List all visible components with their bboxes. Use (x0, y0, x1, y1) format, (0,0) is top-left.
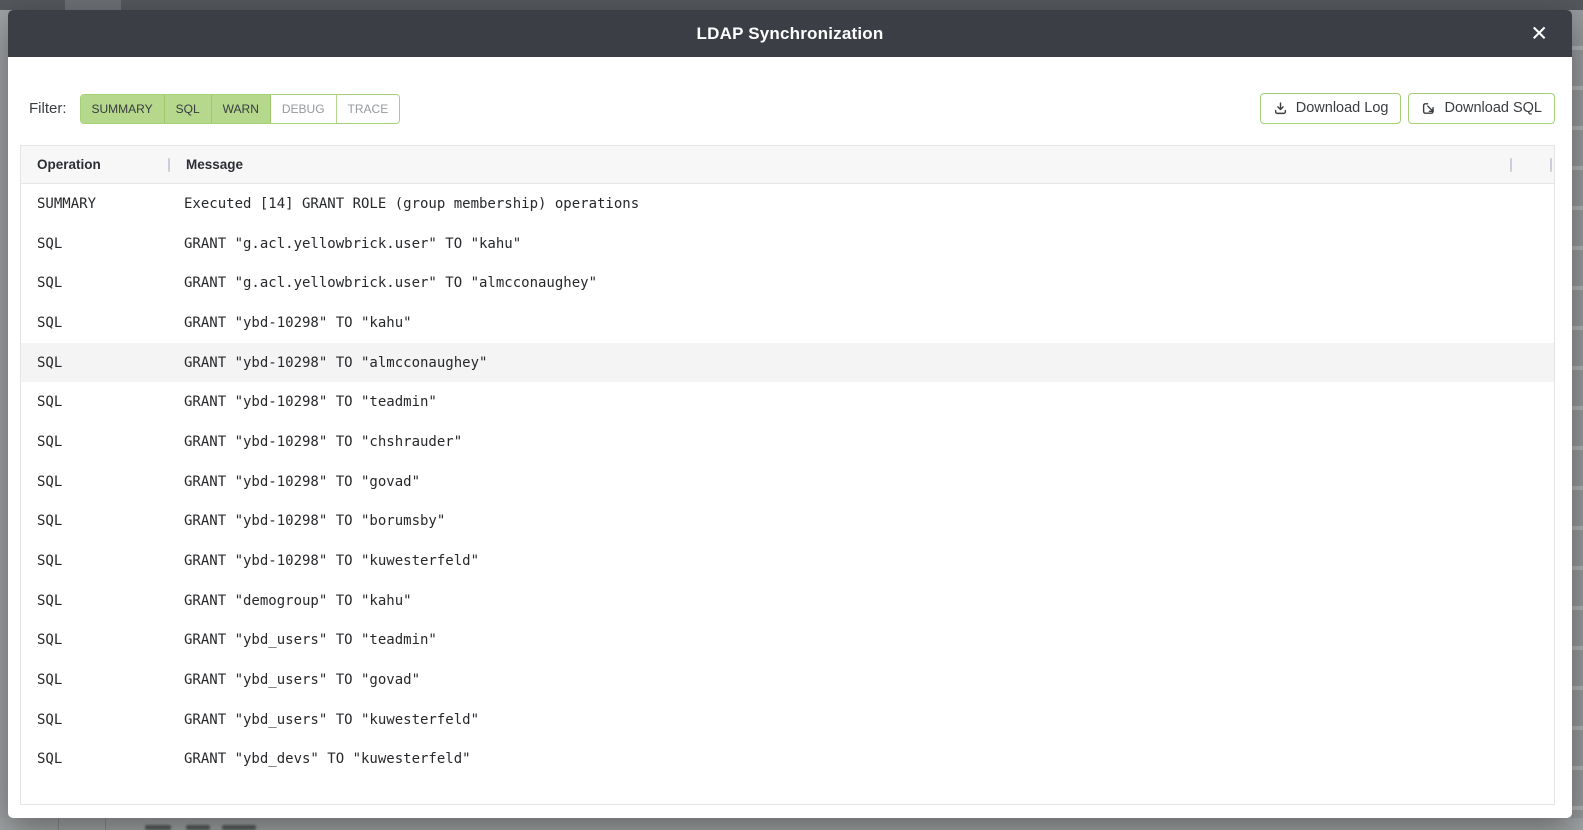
close-icon[interactable]: ✕ (1528, 21, 1550, 46)
row-message: GRANT "ybd-10298" TO "kahu" (168, 315, 1554, 331)
table-row[interactable]: SQL GRANT "ybd-10298" TO "chshrauder" (21, 422, 1554, 462)
filter-button-group: SUMMARYSQLWARNDEBUGTRACE (80, 94, 401, 124)
table-row[interactable]: SQL GRANT "ybd-10298" TO "kahu" (21, 303, 1554, 343)
table-row[interactable]: SQL GRANT "ybd-10298" TO "govad" (21, 462, 1554, 502)
export-icon (1421, 101, 1436, 116)
table-row[interactable]: SQL GRANT "g.acl.yellowbrick.user" TO "k… (21, 224, 1554, 264)
background-text-fragment (222, 825, 256, 830)
row-message: GRANT "ybd_users" TO "kuwesterfeld" (168, 712, 1554, 728)
row-message: GRANT "ybd_users" TO "govad" (168, 672, 1554, 688)
background-text-fragment (186, 825, 210, 830)
table-row[interactable]: SQL GRANT "g.acl.yellowbrick.user" TO "a… (21, 263, 1554, 303)
table-row[interactable]: SQL GRANT "ybd_devs" TO "kuwesterfeld" (21, 740, 1554, 780)
row-operation: SQL (21, 632, 168, 648)
row-message: GRANT "g.acl.yellowbrick.user" TO "kahu" (168, 236, 1554, 252)
table-row[interactable]: SQL GRANT "ybd-10298" TO "teadmin" (21, 382, 1554, 422)
download-icon (1273, 101, 1288, 116)
row-message: GRANT "g.acl.yellowbrick.user" TO "almcc… (168, 275, 1554, 291)
row-operation: SQL (21, 672, 168, 688)
filter-label: Filter: (20, 100, 67, 117)
table-row[interactable]: SQL GRANT "ybd_users" TO "govad" (21, 660, 1554, 700)
filter-section: Filter: SUMMARYSQLWARNDEBUGTRACE (20, 94, 400, 124)
row-message: Executed [14] GRANT ROLE (group membersh… (168, 196, 1554, 212)
row-message: GRANT "ybd-10298" TO "teadmin" (168, 394, 1554, 410)
row-operation: SQL (21, 593, 168, 609)
modal-header: LDAP Synchronization ✕ (8, 10, 1572, 57)
filter-trace[interactable]: TRACE (337, 95, 400, 123)
row-operation: SQL (21, 315, 168, 331)
background-divider (105, 818, 106, 830)
download-sql-button[interactable]: Download SQL (1408, 93, 1555, 124)
log-table-header: Operation Message (21, 146, 1554, 184)
download-log-button[interactable]: Download Log (1260, 93, 1402, 124)
background-topbar-tab (65, 0, 121, 10)
table-row[interactable]: SQL GRANT "ybd-10298" TO "almcconaughey" (21, 343, 1554, 383)
row-operation: SQL (21, 553, 168, 569)
column-header-operation[interactable]: Operation (21, 157, 168, 172)
filter-sql[interactable]: SQL (165, 95, 212, 123)
table-row[interactable]: SQL GRANT "ybd-10298" TO "kuwesterfeld" (21, 541, 1554, 581)
row-message: GRANT "ybd_devs" TO "kuwesterfeld" (168, 751, 1554, 767)
filter-summary[interactable]: SUMMARY (81, 95, 165, 123)
row-operation: SQL (21, 751, 168, 767)
row-message: GRANT "ybd_users" TO "teadmin" (168, 632, 1554, 648)
log-table-body: SUMMARY Executed [14] GRANT ROLE (group … (21, 184, 1554, 779)
download-buttons: Download Log Download SQL (1260, 93, 1555, 124)
row-operation: SQL (21, 394, 168, 410)
row-operation: SQL (21, 474, 168, 490)
row-operation: SQL (21, 275, 168, 291)
log-table: Operation Message SUMMARY Executed [14] … (20, 145, 1555, 805)
background-divider (58, 818, 59, 830)
table-row[interactable]: SQL GRANT "ybd_users" TO "kuwesterfeld" (21, 700, 1554, 740)
row-message: GRANT "ybd-10298" TO "almcconaughey" (168, 355, 1554, 371)
download-sql-label: Download SQL (1444, 100, 1542, 116)
row-operation: SQL (21, 434, 168, 450)
background-topbar (0, 0, 1583, 10)
modal-title: LDAP Synchronization (697, 24, 884, 44)
filter-warn[interactable]: WARN (212, 95, 271, 123)
table-row[interactable]: SUMMARY Executed [14] GRANT ROLE (group … (21, 184, 1554, 224)
row-operation: SUMMARY (21, 196, 168, 212)
column-header-message[interactable]: Message (170, 157, 1510, 172)
table-row[interactable]: SQL GRANT "demogroup" TO "kahu" (21, 581, 1554, 621)
row-operation: SQL (21, 355, 168, 371)
column-separator[interactable] (1510, 158, 1512, 172)
row-operation: SQL (21, 712, 168, 728)
column-separator[interactable] (1550, 158, 1552, 172)
filter-debug[interactable]: DEBUG (271, 95, 337, 123)
row-message: GRANT "ybd-10298" TO "borumsby" (168, 513, 1554, 529)
row-message: GRANT "demogroup" TO "kahu" (168, 593, 1554, 609)
table-row[interactable]: SQL GRANT "ybd-10298" TO "borumsby" (21, 502, 1554, 542)
background-text-fragment (145, 825, 171, 830)
row-message: GRANT "ybd-10298" TO "kuwesterfeld" (168, 553, 1554, 569)
row-operation: SQL (21, 236, 168, 252)
background-toolbar (0, 818, 1583, 830)
row-message: GRANT "ybd-10298" TO "govad" (168, 474, 1554, 490)
ldap-sync-modal: LDAP Synchronization ✕ Filter: SUMMARYSQ… (8, 10, 1572, 818)
row-operation: SQL (21, 513, 168, 529)
download-log-label: Download Log (1296, 100, 1389, 116)
row-message: GRANT "ybd-10298" TO "chshrauder" (168, 434, 1554, 450)
toolbar: Filter: SUMMARYSQLWARNDEBUGTRACE Downloa… (8, 57, 1572, 124)
table-row[interactable]: SQL GRANT "ybd_users" TO "teadmin" (21, 621, 1554, 661)
